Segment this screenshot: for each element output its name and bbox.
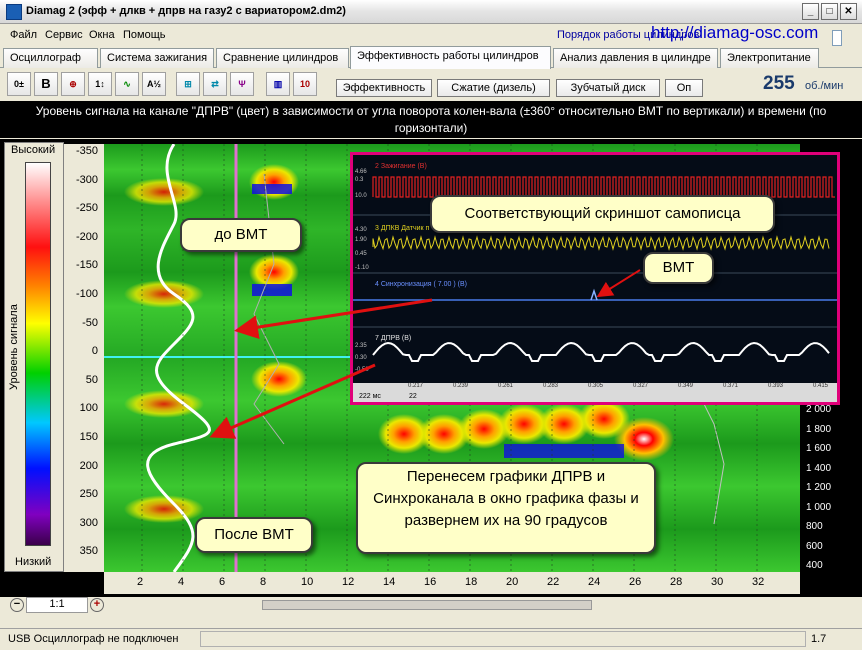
status-bar: USB Осциллограф не подключен 1.7 — [0, 628, 862, 650]
status-panel — [200, 631, 806, 647]
zoom-in-icon[interactable]: + — [90, 598, 104, 612]
status-text: USB Осциллограф не подключен — [8, 633, 179, 645]
zoom-bar: − 1:1 + — [0, 597, 862, 613]
zoom-out-icon[interactable]: − — [10, 598, 24, 612]
zoom-level[interactable]: 1:1 — [26, 597, 88, 613]
annotation-arrows — [209, 269, 641, 439]
version-label: 1.7 — [811, 633, 827, 645]
horizontal-scrollbar[interactable] — [262, 600, 592, 610]
